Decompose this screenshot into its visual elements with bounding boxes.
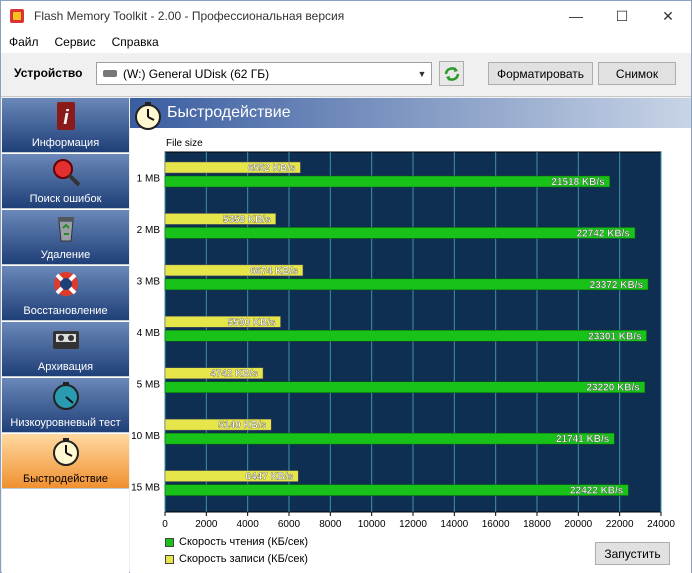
sidebar-item-label: Поиск ошибок xyxy=(29,193,102,205)
legend-read-label: Скорость чтения (КБ/сек) xyxy=(179,536,308,548)
write-bar-label: 4742 KB/s xyxy=(210,369,258,380)
read-bar xyxy=(164,330,647,342)
read-bar-label: 22422 KB/s xyxy=(570,486,624,497)
chevron-down-icon[interactable]: ▼ xyxy=(413,63,431,84)
read-bar xyxy=(164,227,636,239)
sidebar-item-error-scan[interactable]: Поиск ошибок xyxy=(2,154,129,209)
title-bar[interactable]: Flash Memory Toolkit - 2.00 - Профессион… xyxy=(1,1,691,31)
x-tick-label: 2000 xyxy=(195,519,218,530)
sidebar-item-label: Информация xyxy=(31,137,100,149)
read-bar xyxy=(164,381,646,393)
x-tick-label: 14000 xyxy=(440,519,468,530)
legend-write-swatch xyxy=(165,554,174,564)
drive-icon xyxy=(103,70,117,77)
format-button[interactable]: Форматировать xyxy=(488,62,593,85)
lifebuoy-icon xyxy=(53,272,78,296)
menu-bar: Файл Сервис Справка xyxy=(1,31,691,53)
maximize-button[interactable]: ☐ xyxy=(599,1,645,31)
sidebar-item-label: Восстановление xyxy=(23,305,108,317)
legend-read-swatch xyxy=(165,537,174,547)
sidebar-item-label: Быстродействие xyxy=(23,473,108,485)
device-select[interactable]: (W:) General UDisk (62 ГБ) ▼ xyxy=(96,62,432,85)
sidebar-item-archive[interactable]: Архивация xyxy=(2,322,129,377)
menu-help[interactable]: Справка xyxy=(104,35,167,49)
close-button[interactable]: ✕ xyxy=(645,1,691,31)
category-label: 2 MB xyxy=(137,225,161,236)
sidebar-item-label: Удаление xyxy=(40,249,91,261)
write-bar-label: 5140 KB/s xyxy=(218,420,266,431)
x-tick-label: 16000 xyxy=(482,519,510,530)
sidebar-item-label: Архивация xyxy=(37,361,94,373)
refresh-button[interactable] xyxy=(439,61,464,86)
main-panel: Быстродействие File size 0 2000 4000 6000 80… xyxy=(130,98,691,573)
read-bar xyxy=(164,278,649,291)
app-window: Flash Memory Toolkit - 2.00 - Профессион… xyxy=(0,0,692,573)
y-axis-label: File size xyxy=(166,138,203,149)
minimize-button[interactable]: — xyxy=(553,1,599,31)
write-bar-label: 5590 KB/s xyxy=(228,317,276,328)
legend-write-label: Скорость записи (КБ/сек) xyxy=(179,553,308,565)
read-bar-label: 23301 KB/s xyxy=(588,331,642,342)
sidebar: i Информация Поиск ошибок Удаление Восст… xyxy=(2,98,129,573)
performance-chart: File size 0 2000 4000 6000 8000 10000 12000 140… xyxy=(131,138,675,530)
stopwatch-icon xyxy=(52,382,79,410)
category-label: 10 MB xyxy=(131,431,160,442)
x-tick-label: 24000 xyxy=(647,519,675,530)
category-label: 4 MB xyxy=(137,328,161,339)
start-button[interactable]: Запустить xyxy=(595,542,670,565)
x-tick-label: 18000 xyxy=(523,519,551,530)
sidebar-item-lowlevel-test[interactable]: Низкоуровневый тест xyxy=(2,378,129,433)
section-header: Быстродействие xyxy=(130,98,691,130)
x-tick-label: 22000 xyxy=(606,519,634,530)
x-tick-label: 20000 xyxy=(564,519,592,530)
x-tick-label: 12000 xyxy=(399,519,427,530)
section-title: Быстродействие xyxy=(167,104,291,121)
snapshot-button[interactable]: Снимок xyxy=(598,62,676,85)
clock-icon xyxy=(135,102,161,130)
write-bar-label: 6552 KB/s xyxy=(248,163,296,174)
x-tick-label: 0 xyxy=(162,519,168,530)
write-bar-label: 6447 KB/s xyxy=(245,472,293,483)
category-label: 3 MB xyxy=(137,277,161,288)
read-bar-label: 22742 KB/s xyxy=(577,228,631,239)
read-bar xyxy=(164,175,610,188)
legend-read: Скорость чтения (КБ/сек) xyxy=(165,536,308,548)
category-label: 1 MB xyxy=(137,174,161,185)
legend-write: Скорость записи (КБ/сек) xyxy=(165,553,308,565)
sidebar-item-info[interactable]: i Информация xyxy=(2,98,129,153)
menu-service[interactable]: Сервис xyxy=(47,35,104,49)
write-bar-label: 6674 KB/s xyxy=(250,266,298,277)
refresh-icon xyxy=(444,66,459,81)
info-icon: i xyxy=(56,102,75,130)
read-bar xyxy=(164,484,629,496)
device-label: Устройство xyxy=(14,66,83,80)
x-tick-label: 6000 xyxy=(278,519,301,530)
read-bar-label: 23220 KB/s xyxy=(587,383,641,394)
clock-icon xyxy=(52,438,79,466)
svg-text:i: i xyxy=(63,107,69,129)
read-bar xyxy=(164,432,615,445)
category-label: 15 MB xyxy=(131,482,160,493)
write-bar-label: 5358 KB/s xyxy=(223,214,271,225)
recycle-bin-icon xyxy=(57,217,74,242)
read-bar-label: 23372 KB/s xyxy=(590,280,644,291)
magnifier-icon xyxy=(52,159,80,187)
app-icon xyxy=(10,9,24,23)
device-select-value: (W:) General UDisk (62 ГБ) xyxy=(123,66,270,81)
device-toolbar: Устройство (W:) General UDisk (62 ГБ) ▼ … xyxy=(1,53,691,97)
sidebar-item-delete[interactable]: Удаление xyxy=(2,210,129,265)
sidebar-item-performance[interactable]: Быстродействие xyxy=(2,434,129,489)
read-bar-label: 21518 KB/s xyxy=(551,177,605,188)
x-tick-label: 4000 xyxy=(237,519,260,530)
category-label: 5 MB xyxy=(137,379,161,390)
tape-icon xyxy=(52,331,79,349)
sidebar-item-label: Низкоуровневый тест xyxy=(10,417,121,429)
read-bar-label: 21741 KB/s xyxy=(556,434,610,445)
sidebar-item-recovery[interactable]: Восстановление xyxy=(2,266,129,321)
window-title: Flash Memory Toolkit - 2.00 - Профессион… xyxy=(34,9,345,23)
menu-file[interactable]: Файл xyxy=(1,35,47,49)
x-tick-label: 8000 xyxy=(319,519,342,530)
x-tick-label: 10000 xyxy=(358,519,386,530)
